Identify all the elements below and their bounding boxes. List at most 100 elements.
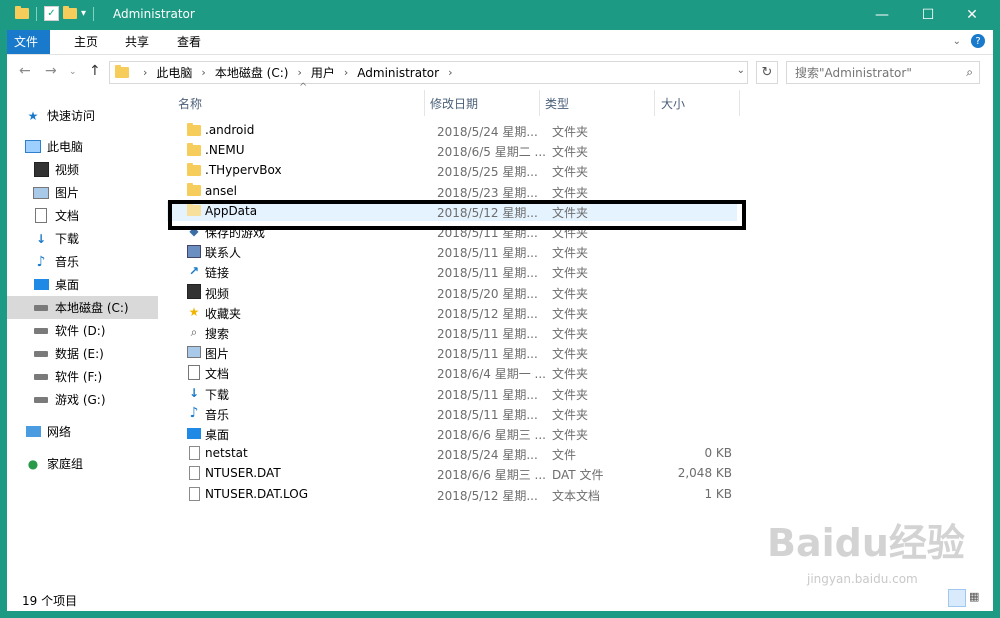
file-type: 文件夹 (552, 407, 589, 422)
file-row[interactable]: NTUSER.DAT.LOG 2018/5/12 星期... 文本文档 1 KB (167, 484, 737, 504)
search-input[interactable] (793, 64, 957, 81)
file-row[interactable]: 桌面 2018/6/6 星期三 ... 文件夹 (167, 423, 737, 443)
tab-share[interactable]: 共享 (111, 30, 163, 54)
refresh-button[interactable]: ↻ (756, 61, 778, 84)
file-row-icon (187, 364, 201, 380)
up-icon[interactable]: ↑ (89, 63, 101, 79)
chevron-right-icon[interactable]: › (195, 66, 211, 79)
column-divider[interactable] (654, 90, 655, 116)
sidebar-item-drive-c[interactable]: 本地磁盘 (C:) (7, 296, 158, 319)
sidebar-item-drive-d[interactable]: 软件 (D:) (7, 319, 184, 342)
sidebar-item-pictures[interactable]: 图片 (7, 181, 184, 204)
file-name: 联系人 (205, 246, 242, 261)
chevron-right-icon[interactable]: › (291, 66, 307, 79)
file-row[interactable]: NTUSER.DAT 2018/6/6 星期三 ... DAT 文件 2,048 KB (167, 463, 737, 483)
folder-icon (187, 142, 201, 156)
file-date: 2018/5/12 星期... (437, 306, 538, 321)
sidebar-item-label: 数据 (E:) (55, 347, 104, 361)
sidebar-item-quick-access[interactable]: ★ 快速访问 (7, 104, 176, 127)
file-row[interactable]: .android 2018/5/24 星期... 文件夹 (167, 120, 737, 140)
sidebar-item-network[interactable]: 网络 (7, 420, 176, 443)
file-row[interactable]: 联系人 2018/5/11 星期... 文件夹 (167, 241, 737, 261)
tab-file[interactable]: 文件 (7, 30, 50, 54)
sidebar-item-downloads[interactable]: ↓ 下载 (7, 227, 184, 250)
column-label: 类型 (545, 97, 570, 111)
column-header-date[interactable]: 修改日期 (430, 90, 478, 118)
chevron-right-icon[interactable]: › (137, 66, 153, 79)
details-view-button[interactable] (948, 589, 966, 607)
sidebar-item-desktop[interactable]: 桌面 (7, 273, 184, 296)
file-date: 2018/6/5 星期二 ... (437, 145, 546, 160)
expand-ribbon-icon[interactable]: ⌄ (953, 36, 961, 47)
large-icons-view-button[interactable]: ▦ (969, 589, 985, 605)
new-folder-icon[interactable] (63, 6, 77, 19)
close-button[interactable]: ✕ (949, 0, 993, 30)
file-name: netstat (205, 446, 248, 461)
sidebar-item-this-pc[interactable]: 此电脑 (7, 135, 176, 158)
help-icon[interactable]: ? (971, 34, 985, 48)
chevron-right-icon[interactable]: › (442, 66, 458, 79)
breadcrumb-administrator[interactable]: Administrator (354, 66, 442, 80)
forward-icon[interactable]: → (45, 63, 57, 79)
file-date: 2018/5/24 星期... (437, 125, 538, 139)
picture-icon (33, 186, 49, 199)
drive-icon (34, 373, 48, 380)
file-list: 名称 ^ 修改日期 类型 大小 .android 2018/5/24 星期... 文… (167, 82, 993, 586)
recent-locations-icon[interactable]: ⌄ (69, 67, 77, 77)
properties-icon[interactable]: ✓ (44, 6, 59, 21)
file-type: 文本文档 (552, 488, 601, 503)
address-bar[interactable]: › 此电脑 › 本地磁盘 (C:) › 用户 › Administrator ›… (109, 61, 748, 84)
large-icons-icon: ▦ (969, 590, 980, 603)
file-date: 2018/5/11 星期... (437, 327, 538, 341)
column-header-name[interactable]: 名称 (178, 90, 202, 118)
sidebar-item-label: 家庭组 (47, 457, 84, 471)
search-box[interactable]: ⌕ (786, 61, 980, 84)
sidebar-item-label: 下载 (55, 232, 80, 246)
breadcrumb-local-disk[interactable]: 本地磁盘 (C:) (212, 64, 292, 81)
file-row-icon (187, 466, 201, 481)
column-divider[interactable] (424, 90, 425, 116)
file-row[interactable]: ↗ 链接 2018/5/11 星期... 文件夹 (167, 261, 737, 281)
customize-toolbar-icon[interactable]: ▾ (81, 8, 86, 19)
file-row[interactable]: ⌕ 搜索 2018/5/11 星期... 文件夹 (167, 322, 737, 342)
column-divider[interactable] (539, 90, 540, 116)
tab-view[interactable]: 查看 (163, 30, 215, 54)
drive-icon (34, 304, 48, 311)
file-date: 2018/6/6 星期三 ... (437, 468, 546, 483)
chevron-down-icon[interactable]: ⌄ (737, 65, 745, 76)
maximize-button[interactable]: ☐ (905, 0, 951, 30)
file-type: 文件夹 (552, 428, 589, 442)
file-row[interactable]: .THypervBox 2018/5/25 星期... 文件夹 (167, 160, 737, 180)
file-row-icon (187, 345, 201, 359)
column-divider[interactable] (739, 90, 740, 116)
column-label: 名称 (178, 97, 203, 111)
file-row[interactable]: ansel 2018/5/23 星期... 文件夹 (167, 181, 737, 201)
file-row[interactable]: ★ 收藏夹 2018/5/12 星期... 文件夹 (167, 302, 737, 322)
homegroup-icon: ● (27, 456, 39, 471)
breadcrumb-users[interactable]: 用户 (308, 64, 338, 81)
tab-home[interactable]: 主页 (60, 30, 112, 54)
file-row[interactable]: 视频 2018/5/20 星期... 文件夹 (167, 282, 737, 302)
minimize-button[interactable]: — (859, 0, 905, 30)
sidebar-item-music[interactable]: ♪ 音乐 (7, 250, 184, 273)
file-row[interactable]: netstat 2018/5/24 星期... 文件 0 KB (167, 443, 737, 463)
file-name: 下载 (205, 387, 230, 402)
file-row[interactable]: .NEMU 2018/6/5 星期二 ... 文件夹 (167, 140, 737, 160)
sidebar-item-documents[interactable]: 文档 (7, 204, 184, 227)
file-row[interactable]: 文档 2018/6/4 星期一 ... 文件夹 (167, 362, 737, 382)
sidebar-item-drive-f[interactable]: 软件 (F:) (7, 365, 184, 388)
breadcrumb-this-pc[interactable]: 此电脑 (153, 64, 195, 81)
file-row[interactable]: ↓ 下载 2018/5/11 星期... 文件夹 (167, 383, 737, 403)
search-icon[interactable]: ⌕ (966, 65, 973, 80)
back-icon[interactable]: ← (19, 63, 31, 79)
sidebar-item-homegroup[interactable]: ● 家庭组 (7, 452, 176, 475)
sidebar-item-drive-e[interactable]: 数据 (E:) (7, 342, 184, 365)
chevron-right-icon[interactable]: › (338, 66, 354, 79)
sidebar-item-drive-g[interactable]: 游戏 (G:) (7, 388, 184, 411)
sidebar-item-videos[interactable]: 视频 (7, 158, 184, 181)
file-row[interactable]: 图片 2018/5/11 星期... 文件夹 (167, 342, 737, 362)
file-row[interactable]: ♪ 音乐 2018/5/11 星期... 文件夹 (167, 403, 737, 423)
column-header-type[interactable]: 类型 (545, 90, 569, 118)
column-header-size[interactable]: 大小 (661, 90, 685, 118)
sidebar-item-label: 视频 (55, 163, 80, 177)
